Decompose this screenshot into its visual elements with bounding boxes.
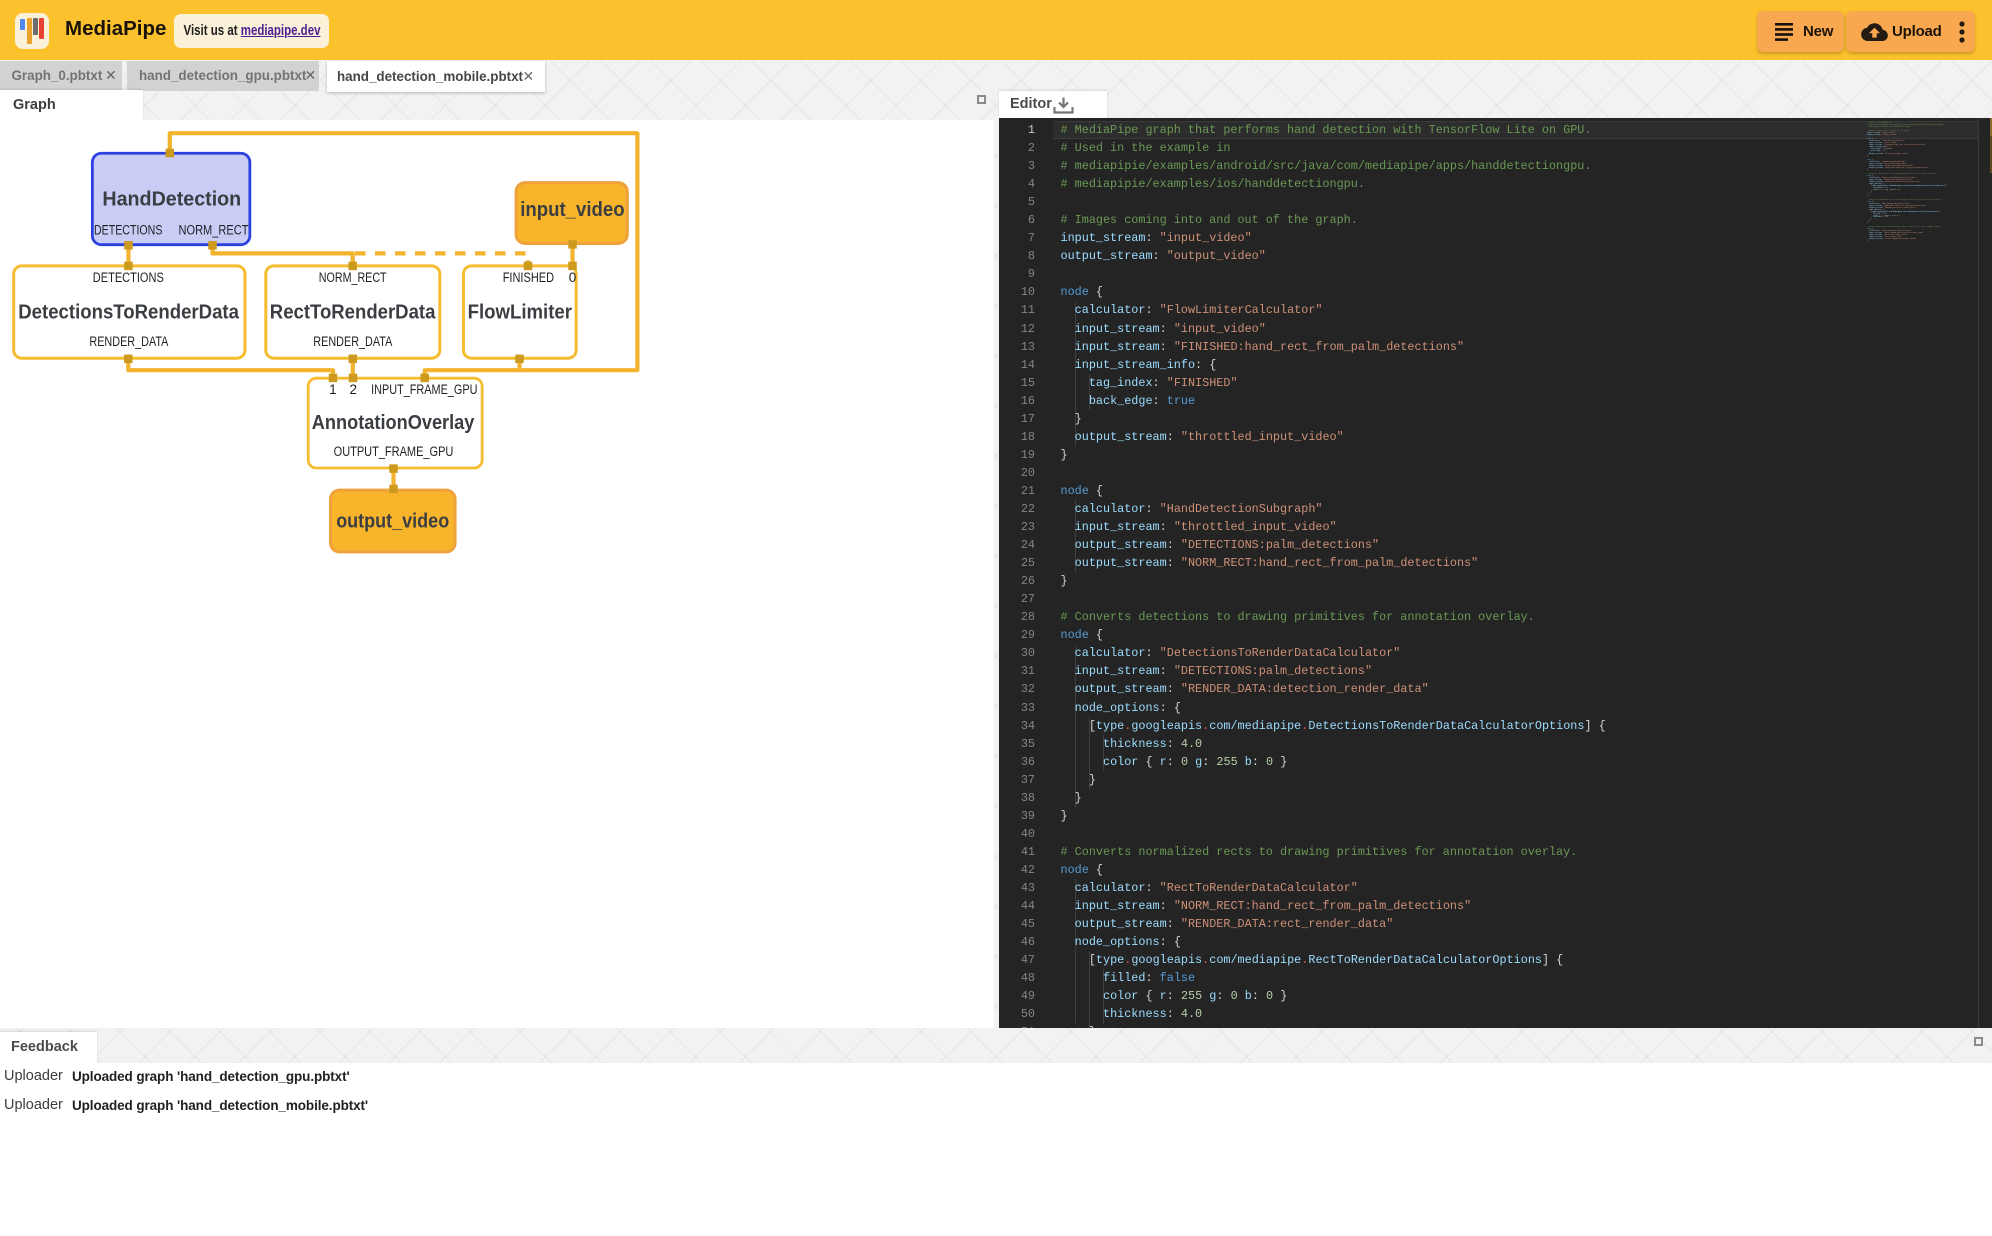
svg-text:NORM_RECT: NORM_RECT	[319, 270, 387, 285]
svg-text:FlowLimiter: FlowLimiter	[468, 302, 573, 324]
svg-text:OUTPUT_FRAME_GPU: OUTPUT_FRAME_GPU	[334, 444, 454, 459]
svg-text:RectToRenderData: RectToRenderData	[270, 302, 436, 324]
svg-text:input_video: input_video	[520, 199, 624, 221]
svg-text:DETECTIONS: DETECTIONS	[93, 270, 164, 285]
svg-text:FINISHED: FINISHED	[503, 270, 555, 285]
svg-text:DETECTIONS: DETECTIONS	[94, 223, 163, 238]
svg-text:NORM_RECT: NORM_RECT	[179, 223, 249, 238]
svg-text:RENDER_DATA: RENDER_DATA	[89, 334, 168, 349]
svg-text:output_video: output_video	[336, 511, 449, 533]
svg-text:0: 0	[569, 270, 577, 285]
svg-text:HandDetection: HandDetection	[102, 189, 241, 211]
svg-text:AnnotationOverlay: AnnotationOverlay	[312, 412, 475, 434]
svg-text:1: 1	[329, 382, 337, 397]
svg-text:2: 2	[349, 382, 357, 397]
svg-text:INPUT_FRAME_GPU: INPUT_FRAME_GPU	[371, 382, 477, 397]
svg-text:RENDER_DATA: RENDER_DATA	[313, 334, 392, 349]
svg-text:DetectionsToRenderData: DetectionsToRenderData	[18, 302, 240, 324]
